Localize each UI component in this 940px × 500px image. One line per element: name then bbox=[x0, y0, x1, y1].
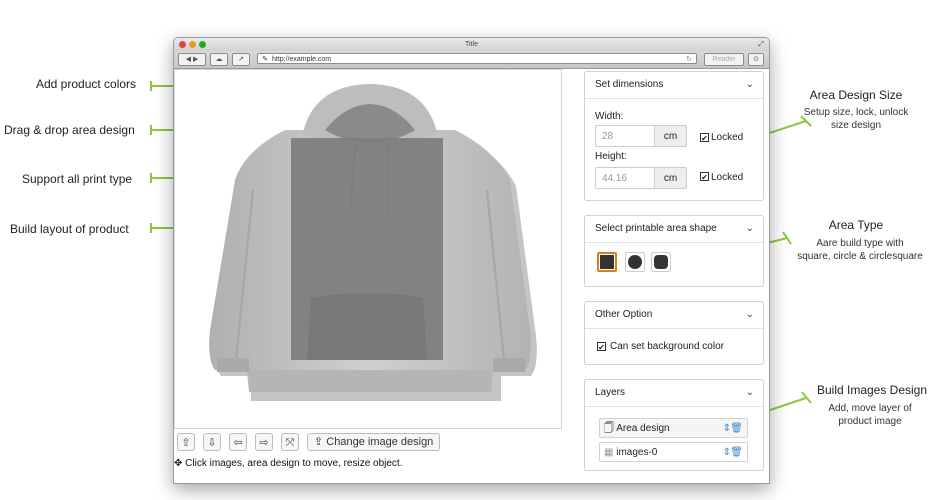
titlebar: Title ⤢ bbox=[174, 38, 769, 51]
width-label: Width: bbox=[595, 111, 624, 122]
chevron-down-icon[interactable]: ⌄ bbox=[746, 302, 754, 328]
width-locked-label: Locked bbox=[711, 132, 744, 143]
window-title: Title bbox=[465, 41, 478, 48]
clipboard-icon: 🗍 bbox=[604, 423, 614, 434]
chevron-down-icon[interactable]: ⌄ bbox=[746, 380, 754, 406]
panel-header-layers[interactable]: Layers ⌄ bbox=[585, 380, 763, 407]
printable-area-design[interactable] bbox=[291, 138, 443, 360]
move-up-button[interactable]: ⇧ bbox=[177, 433, 195, 451]
page-icon: ✎ bbox=[262, 56, 268, 63]
change-image-label: Change image design bbox=[326, 436, 434, 448]
width-input[interactable]: 28 bbox=[595, 125, 655, 147]
shape-title: Select printable area shape bbox=[595, 223, 717, 234]
layer-name: images-0 bbox=[616, 447, 658, 458]
layer-item[interactable]: ▦ images-0 ⇕ 🗑 bbox=[599, 442, 748, 462]
cloud-icon[interactable]: ☁ bbox=[210, 53, 228, 66]
width-locked-checkbox[interactable]: ✔ bbox=[700, 133, 709, 143]
fit-center-button[interactable]: ⤧ bbox=[281, 433, 299, 451]
hint-text: ✥ Click images, area design to move, res… bbox=[174, 458, 403, 469]
panel-set-dimensions: Set dimensions ⌄ Width: 28 cm ✔ Locked H… bbox=[584, 71, 764, 201]
shape-circle-option[interactable] bbox=[625, 252, 645, 272]
browser-toolbar: ◀ ▶ ☁ ↗ ✎ http://example.com ↻ Reader ⊙ bbox=[174, 51, 769, 69]
chevron-down-icon[interactable]: ⌄ bbox=[746, 72, 754, 98]
page-content: ⇧ ⇩ ⇦ ⇨ ⤧ ⇪ Change image design ✥ Click … bbox=[174, 69, 769, 483]
height-locked-checkbox[interactable]: ✔ bbox=[700, 172, 709, 182]
trash-icon[interactable]: 🗑 bbox=[730, 419, 743, 439]
dimensions-title: Set dimensions bbox=[595, 79, 664, 90]
panel-header-shape[interactable]: Select printable area shape ⌄ bbox=[585, 216, 763, 243]
height-label: Height: bbox=[595, 151, 627, 162]
minimize-dot-icon[interactable] bbox=[189, 41, 196, 48]
hint-label: Click images, area design to move, resiz… bbox=[185, 458, 403, 469]
height-locked-label: Locked bbox=[711, 172, 744, 183]
url-bar[interactable]: ✎ http://example.com ↻ bbox=[257, 53, 697, 64]
reload-icon[interactable]: ↻ bbox=[686, 54, 692, 65]
move-right-button[interactable]: ⇨ bbox=[255, 433, 273, 451]
move-icon: ✥ bbox=[174, 458, 183, 469]
image-icon: ▦ bbox=[604, 447, 614, 458]
layer-item[interactable]: 🗍 Area design ⇕ 🗑 bbox=[599, 418, 748, 438]
height-input[interactable]: 44.16 bbox=[595, 167, 655, 189]
reader-button[interactable]: Reader bbox=[704, 53, 744, 66]
shape-square-option[interactable] bbox=[597, 252, 617, 272]
upload-icon: ⇪ bbox=[314, 436, 324, 448]
width-unit: cm bbox=[655, 125, 687, 147]
move-down-button[interactable]: ⇩ bbox=[203, 433, 221, 451]
layers-title: Layers bbox=[595, 387, 626, 398]
bg-color-label: Can set background color bbox=[610, 341, 724, 352]
pocket-outline bbox=[307, 293, 427, 360]
height-unit: cm bbox=[655, 167, 687, 189]
circlesquare-shape-icon bbox=[654, 255, 668, 269]
trash-icon[interactable]: 🗑 bbox=[730, 443, 743, 463]
chevron-down-icon[interactable]: ⌄ bbox=[746, 216, 754, 242]
share-icon[interactable]: ↗ bbox=[232, 53, 250, 66]
square-shape-icon bbox=[600, 255, 614, 269]
panel-layers: Layers ⌄ 🗍 Area design ⇕ 🗑 ▦ images-0 ⇕ … bbox=[584, 379, 764, 471]
layer-name: Area design bbox=[616, 423, 670, 434]
panel-header-dimensions[interactable]: Set dimensions ⌄ bbox=[585, 72, 763, 99]
product-canvas[interactable] bbox=[174, 69, 562, 429]
fullscreen-icon[interactable]: ⤢ bbox=[758, 38, 764, 51]
bg-color-checkbox[interactable]: ✔ bbox=[597, 342, 606, 352]
url-text: http://example.com bbox=[272, 56, 332, 63]
area-size-arrow-tick bbox=[800, 115, 812, 127]
zoom-dot-icon[interactable] bbox=[199, 41, 206, 48]
close-dot-icon[interactable] bbox=[179, 41, 186, 48]
other-title: Other Option bbox=[595, 309, 653, 320]
panel-header-other[interactable]: Other Option ⌄ bbox=[585, 302, 763, 329]
circle-shape-icon bbox=[628, 255, 642, 269]
back-forward-button[interactable]: ◀ ▶ bbox=[178, 53, 206, 66]
download-icon[interactable]: ⊙ bbox=[748, 53, 764, 66]
panel-printable-shape: Select printable area shape ⌄ bbox=[584, 215, 764, 287]
shape-circlesquare-option[interactable] bbox=[651, 252, 671, 272]
move-left-button[interactable]: ⇦ bbox=[229, 433, 247, 451]
images-design-arrow-tick bbox=[801, 391, 812, 404]
panel-other-option: Other Option ⌄ ✔ Can set background colo… bbox=[584, 301, 764, 365]
change-image-design-button[interactable]: ⇪ Change image design bbox=[307, 433, 441, 451]
browser-window: Title ⤢ ◀ ▶ ☁ ↗ ✎ http://example.com ↻ R… bbox=[173, 37, 770, 484]
